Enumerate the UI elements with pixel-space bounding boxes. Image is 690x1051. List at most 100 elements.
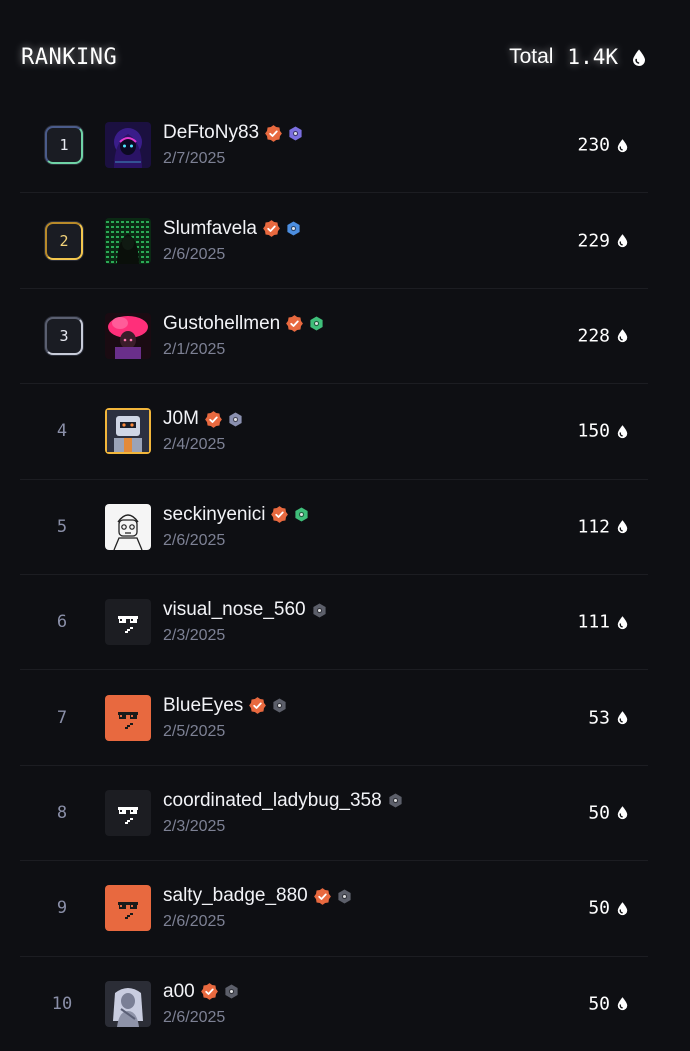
- verified-badge-icon: [263, 220, 280, 237]
- tier-hexagon-icon: [288, 126, 303, 141]
- score: 50: [588, 993, 628, 1014]
- username[interactable]: BlueEyes: [163, 695, 243, 717]
- join-date: 2/1/2025: [163, 340, 226, 358]
- ranking-row[interactable]: 4 J0M 2/4/2025 150: [20, 384, 648, 480]
- username[interactable]: a00: [163, 981, 195, 1003]
- user-info: Gustohellmen 2/1/2025: [163, 313, 324, 359]
- tier-hexagon-icon: [272, 698, 287, 713]
- ranking-row[interactable]: 5 seckinyenici 2/6/2025 112: [20, 480, 648, 575]
- tier-hexagon-icon: [309, 316, 324, 331]
- avatar[interactable]: [105, 789, 151, 836]
- tier-hexagon-icon: [228, 412, 243, 427]
- score-value: 53: [588, 707, 610, 729]
- ranking-row[interactable]: 8 coordinated_ladybug_358 2/3/2025 50: [20, 766, 648, 862]
- join-date: 2/7/2025: [163, 150, 226, 168]
- join-date: 2/6/2025: [163, 913, 226, 931]
- rank-number: 5: [56, 516, 68, 537]
- username[interactable]: visual_nose_560: [163, 599, 306, 621]
- join-date: 2/6/2025: [163, 531, 226, 549]
- join-date: 2/4/2025: [163, 436, 226, 454]
- score: 111: [577, 612, 628, 633]
- drop-icon: [632, 49, 646, 66]
- rank-badge: 2: [45, 221, 83, 260]
- user-info: salty_badge_880 2/6/2025: [163, 885, 352, 931]
- username[interactable]: DeFtoNy83: [163, 122, 259, 144]
- verified-badge-icon: [286, 315, 304, 333]
- join-date: 2/5/2025: [163, 722, 226, 740]
- drop-icon: [617, 997, 628, 1011]
- score: 53: [588, 707, 628, 728]
- score-value: 150: [577, 420, 610, 442]
- username[interactable]: seckinyenici: [163, 504, 265, 526]
- score: 150: [577, 421, 628, 442]
- total-value: 1.4K: [567, 45, 618, 69]
- verified-badge-icon: [265, 124, 283, 142]
- score-value: 50: [588, 897, 610, 919]
- score-value: 228: [577, 325, 610, 347]
- rank-number: 8: [56, 802, 68, 823]
- user-info: DeFtoNy83 2/7/2025: [163, 122, 303, 168]
- drop-icon: [617, 806, 628, 820]
- page-title: RANKING: [21, 45, 118, 70]
- drop-icon: [617, 329, 628, 343]
- join-date: 2/3/2025: [163, 817, 226, 835]
- ranking-row[interactable]: 2 Slumfavela 2/6/2025 229: [20, 193, 648, 289]
- drop-icon: [617, 901, 628, 915]
- join-date: 2/6/2025: [163, 1008, 226, 1026]
- username[interactable]: coordinated_ladybug_358: [163, 790, 382, 812]
- tier-hexagon-icon: [337, 889, 352, 904]
- rank-number: 9: [56, 898, 68, 919]
- rank-number: 7: [56, 707, 68, 728]
- score: 112: [577, 516, 628, 537]
- user-info: a00 2/6/2025: [163, 981, 239, 1027]
- ranking-row[interactable]: 1 DeFtoNy83 2/7/2025 230: [20, 98, 648, 194]
- avatar[interactable]: [105, 694, 151, 741]
- score-value: 50: [588, 802, 610, 824]
- user-info: Slumfavela 2/6/2025: [163, 218, 301, 264]
- tier-hexagon-icon: [312, 603, 327, 618]
- verified-badge-icon: [313, 887, 331, 905]
- avatar[interactable]: [105, 980, 151, 1027]
- total-summary: Total 1.4K: [509, 45, 646, 69]
- ranking-row[interactable]: 3 Gustohellmen 2/1/2025 228: [20, 289, 648, 385]
- rank-badge: 3: [45, 316, 83, 355]
- ranking-row[interactable]: 10 a00 2/6/2025 50: [20, 957, 648, 1051]
- drop-icon: [617, 138, 628, 152]
- user-info: J0M 2/4/2025: [163, 408, 243, 454]
- verified-badge-icon: [271, 506, 289, 524]
- username[interactable]: J0M: [163, 408, 199, 430]
- ranking-row[interactable]: 6 visual_nose_560 2/3/2025 111: [20, 575, 648, 671]
- tier-hexagon-icon: [388, 793, 403, 808]
- score: 229: [577, 230, 628, 251]
- username[interactable]: Slumfavela: [163, 218, 257, 240]
- user-info: BlueEyes 2/5/2025: [163, 695, 287, 741]
- avatar[interactable]: [105, 122, 151, 169]
- join-date: 2/6/2025: [163, 245, 226, 263]
- drop-icon: [617, 520, 628, 534]
- avatar[interactable]: [105, 312, 151, 359]
- ranking-row[interactable]: 7 BlueEyes 2/5/2025 53: [20, 670, 648, 766]
- verified-badge-icon: [249, 697, 267, 714]
- score-value: 50: [588, 993, 610, 1015]
- drop-icon: [617, 424, 628, 439]
- drop-icon: [617, 711, 628, 725]
- tier-hexagon-icon: [294, 507, 309, 522]
- drop-icon: [617, 234, 628, 248]
- username[interactable]: salty_badge_880: [163, 885, 308, 907]
- ranking-row[interactable]: 9 salty_badge_880 2/6/2025 50: [20, 861, 648, 957]
- score: 50: [588, 898, 628, 919]
- avatar[interactable]: [105, 599, 151, 646]
- score-value: 111: [577, 611, 610, 633]
- user-info: coordinated_ladybug_358 2/3/2025: [163, 790, 403, 836]
- rank-number: 4: [56, 421, 68, 442]
- avatar[interactable]: [105, 885, 151, 932]
- score-value: 230: [577, 134, 610, 156]
- tier-hexagon-icon: [286, 221, 301, 236]
- rank-badge: 1: [45, 126, 83, 165]
- avatar[interactable]: [105, 408, 151, 455]
- username[interactable]: Gustohellmen: [163, 313, 280, 335]
- avatar[interactable]: [105, 503, 151, 550]
- ranking-list: 1 DeFtoNy83 2/7/2025 230 2 Slumfavela 2/6/2025…: [20, 98, 648, 1051]
- avatar[interactable]: [105, 217, 151, 264]
- score: 228: [577, 325, 628, 346]
